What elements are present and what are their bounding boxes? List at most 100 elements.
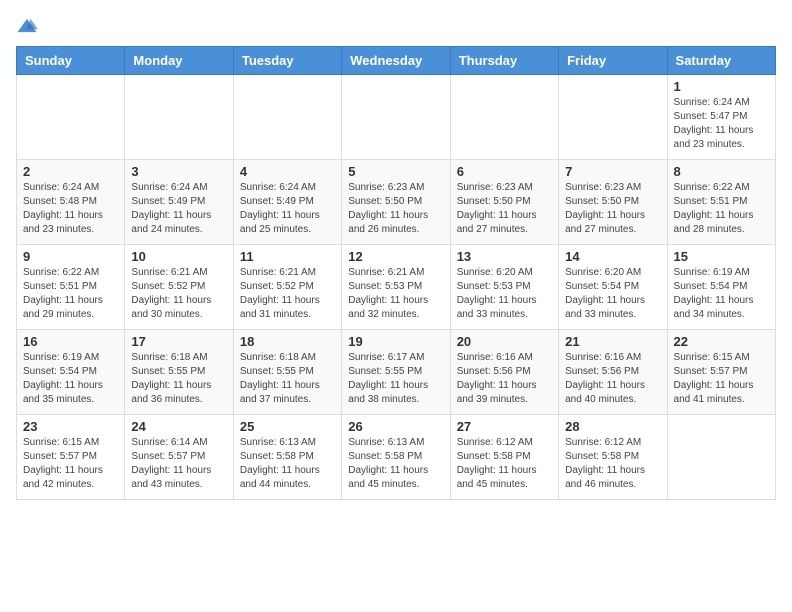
day-number: 3 (131, 164, 226, 179)
day-info: Sunrise: 6:12 AM Sunset: 5:58 PM Dayligh… (565, 436, 660, 492)
calendar-cell (17, 75, 125, 160)
day-info: Sunrise: 6:18 AM Sunset: 5:55 PM Dayligh… (240, 351, 335, 407)
calendar-cell: 9 Sunrise: 6:22 AM Sunset: 5:51 PM Daylig… (17, 245, 125, 330)
calendar-cell (342, 75, 450, 160)
day-number: 28 (565, 419, 660, 434)
day-number: 14 (565, 249, 660, 264)
day-info: Sunrise: 6:24 AM Sunset: 5:49 PM Dayligh… (240, 181, 335, 237)
calendar-cell: 22 Sunrise: 6:15 AM Sunset: 5:57 PM Dayli… (667, 330, 775, 415)
calendar-cell: 21 Sunrise: 6:16 AM Sunset: 5:56 PM Dayli… (559, 330, 667, 415)
weekday-header-sunday: Sunday (17, 47, 125, 75)
weekday-header-wednesday: Wednesday (342, 47, 450, 75)
day-info: Sunrise: 6:13 AM Sunset: 5:58 PM Dayligh… (240, 436, 335, 492)
logo (16, 16, 42, 38)
calendar-cell (125, 75, 233, 160)
day-info: Sunrise: 6:21 AM Sunset: 5:52 PM Dayligh… (131, 266, 226, 322)
calendar-cell: 5 Sunrise: 6:23 AM Sunset: 5:50 PM Daylig… (342, 160, 450, 245)
day-number: 4 (240, 164, 335, 179)
day-info: Sunrise: 6:23 AM Sunset: 5:50 PM Dayligh… (348, 181, 443, 237)
calendar-cell: 28 Sunrise: 6:12 AM Sunset: 5:58 PM Dayli… (559, 415, 667, 500)
day-number: 18 (240, 334, 335, 349)
day-number: 19 (348, 334, 443, 349)
calendar-cell (233, 75, 341, 160)
day-number: 6 (457, 164, 552, 179)
calendar-cell: 12 Sunrise: 6:21 AM Sunset: 5:53 PM Dayli… (342, 245, 450, 330)
calendar-table: SundayMondayTuesdayWednesdayThursdayFrid… (16, 46, 776, 500)
day-info: Sunrise: 6:22 AM Sunset: 5:51 PM Dayligh… (23, 266, 118, 322)
calendar-cell: 26Sunrise: 6:13 AM Sunset: 5:58 PM Dayli… (342, 415, 450, 500)
calendar-cell: 16 Sunrise: 6:19 AM Sunset: 5:54 PM Dayli… (17, 330, 125, 415)
day-number: 17 (131, 334, 226, 349)
day-info: Sunrise: 6:12 AM Sunset: 5:58 PM Dayligh… (457, 436, 552, 492)
weekday-header-monday: Monday (125, 47, 233, 75)
calendar-cell (667, 415, 775, 500)
day-info: Sunrise: 6:15 AM Sunset: 5:57 PM Dayligh… (674, 351, 769, 407)
day-number: 16 (23, 334, 118, 349)
calendar-cell: 23Sunrise: 6:15 AM Sunset: 5:57 PM Dayli… (17, 415, 125, 500)
day-number: 12 (348, 249, 443, 264)
weekday-header-row: SundayMondayTuesdayWednesdayThursdayFrid… (17, 47, 776, 75)
day-info: Sunrise: 6:20 AM Sunset: 5:53 PM Dayligh… (457, 266, 552, 322)
calendar-cell: 18 Sunrise: 6:18 AM Sunset: 5:55 PM Dayli… (233, 330, 341, 415)
generalblue-logo-icon (16, 16, 38, 38)
calendar-cell: 17 Sunrise: 6:18 AM Sunset: 5:55 PM Dayli… (125, 330, 233, 415)
weekday-header-thursday: Thursday (450, 47, 558, 75)
day-info: Sunrise: 6:24 AM Sunset: 5:48 PM Dayligh… (23, 181, 118, 237)
week-row-1: 1 Sunrise: 6:24 AM Sunset: 5:47 PM Daylig… (17, 75, 776, 160)
day-info: Sunrise: 6:21 AM Sunset: 5:52 PM Dayligh… (240, 266, 335, 322)
calendar-cell: 7 Sunrise: 6:23 AM Sunset: 5:50 PM Daylig… (559, 160, 667, 245)
day-number: 9 (23, 249, 118, 264)
day-info: Sunrise: 6:24 AM Sunset: 5:49 PM Dayligh… (131, 181, 226, 237)
day-number: 8 (674, 164, 769, 179)
calendar-cell: 15Sunrise: 6:19 AM Sunset: 5:54 PM Dayli… (667, 245, 775, 330)
day-info: Sunrise: 6:16 AM Sunset: 5:56 PM Dayligh… (457, 351, 552, 407)
day-number: 27 (457, 419, 552, 434)
calendar-cell: 4 Sunrise: 6:24 AM Sunset: 5:49 PM Daylig… (233, 160, 341, 245)
calendar-cell: 3 Sunrise: 6:24 AM Sunset: 5:49 PM Daylig… (125, 160, 233, 245)
calendar-cell: 25Sunrise: 6:13 AM Sunset: 5:58 PM Dayli… (233, 415, 341, 500)
calendar-cell: 27 Sunrise: 6:12 AM Sunset: 5:58 PM Dayli… (450, 415, 558, 500)
day-number: 1 (674, 79, 769, 94)
calendar-cell (450, 75, 558, 160)
week-row-2: 2 Sunrise: 6:24 AM Sunset: 5:48 PM Daylig… (17, 160, 776, 245)
week-row-5: 23Sunrise: 6:15 AM Sunset: 5:57 PM Dayli… (17, 415, 776, 500)
weekday-header-saturday: Saturday (667, 47, 775, 75)
calendar-cell: 20 Sunrise: 6:16 AM Sunset: 5:56 PM Dayli… (450, 330, 558, 415)
calendar-cell: 14Sunrise: 6:20 AM Sunset: 5:54 PM Dayli… (559, 245, 667, 330)
day-number: 7 (565, 164, 660, 179)
day-number: 15 (674, 249, 769, 264)
calendar-cell: 10 Sunrise: 6:21 AM Sunset: 5:52 PM Dayli… (125, 245, 233, 330)
day-number: 5 (348, 164, 443, 179)
calendar-cell: 6 Sunrise: 6:23 AM Sunset: 5:50 PM Daylig… (450, 160, 558, 245)
day-info: Sunrise: 6:14 AM Sunset: 5:57 PM Dayligh… (131, 436, 226, 492)
day-number: 20 (457, 334, 552, 349)
day-info: Sunrise: 6:13 AM Sunset: 5:58 PM Dayligh… (348, 436, 443, 492)
day-number: 10 (131, 249, 226, 264)
calendar-cell (559, 75, 667, 160)
day-info: Sunrise: 6:23 AM Sunset: 5:50 PM Dayligh… (565, 181, 660, 237)
calendar-cell: 24 Sunrise: 6:14 AM Sunset: 5:57 PM Dayli… (125, 415, 233, 500)
calendar-cell: 2 Sunrise: 6:24 AM Sunset: 5:48 PM Daylig… (17, 160, 125, 245)
day-info: Sunrise: 6:24 AM Sunset: 5:47 PM Dayligh… (674, 96, 769, 152)
day-number: 21 (565, 334, 660, 349)
day-info: Sunrise: 6:23 AM Sunset: 5:50 PM Dayligh… (457, 181, 552, 237)
day-info: Sunrise: 6:16 AM Sunset: 5:56 PM Dayligh… (565, 351, 660, 407)
day-info: Sunrise: 6:21 AM Sunset: 5:53 PM Dayligh… (348, 266, 443, 322)
day-number: 13 (457, 249, 552, 264)
week-row-3: 9 Sunrise: 6:22 AM Sunset: 5:51 PM Daylig… (17, 245, 776, 330)
day-info: Sunrise: 6:17 AM Sunset: 5:55 PM Dayligh… (348, 351, 443, 407)
weekday-header-friday: Friday (559, 47, 667, 75)
day-info: Sunrise: 6:18 AM Sunset: 5:55 PM Dayligh… (131, 351, 226, 407)
day-number: 24 (131, 419, 226, 434)
calendar-cell: 8 Sunrise: 6:22 AM Sunset: 5:51 PM Daylig… (667, 160, 775, 245)
calendar-cell: 13 Sunrise: 6:20 AM Sunset: 5:53 PM Dayli… (450, 245, 558, 330)
week-row-4: 16 Sunrise: 6:19 AM Sunset: 5:54 PM Dayli… (17, 330, 776, 415)
day-number: 23 (23, 419, 118, 434)
calendar-cell: 11 Sunrise: 6:21 AM Sunset: 5:52 PM Dayli… (233, 245, 341, 330)
day-info: Sunrise: 6:19 AM Sunset: 5:54 PM Dayligh… (23, 351, 118, 407)
day-number: 2 (23, 164, 118, 179)
day-info: Sunrise: 6:22 AM Sunset: 5:51 PM Dayligh… (674, 181, 769, 237)
day-number: 11 (240, 249, 335, 264)
day-number: 22 (674, 334, 769, 349)
calendar-cell: 19 Sunrise: 6:17 AM Sunset: 5:55 PM Dayli… (342, 330, 450, 415)
